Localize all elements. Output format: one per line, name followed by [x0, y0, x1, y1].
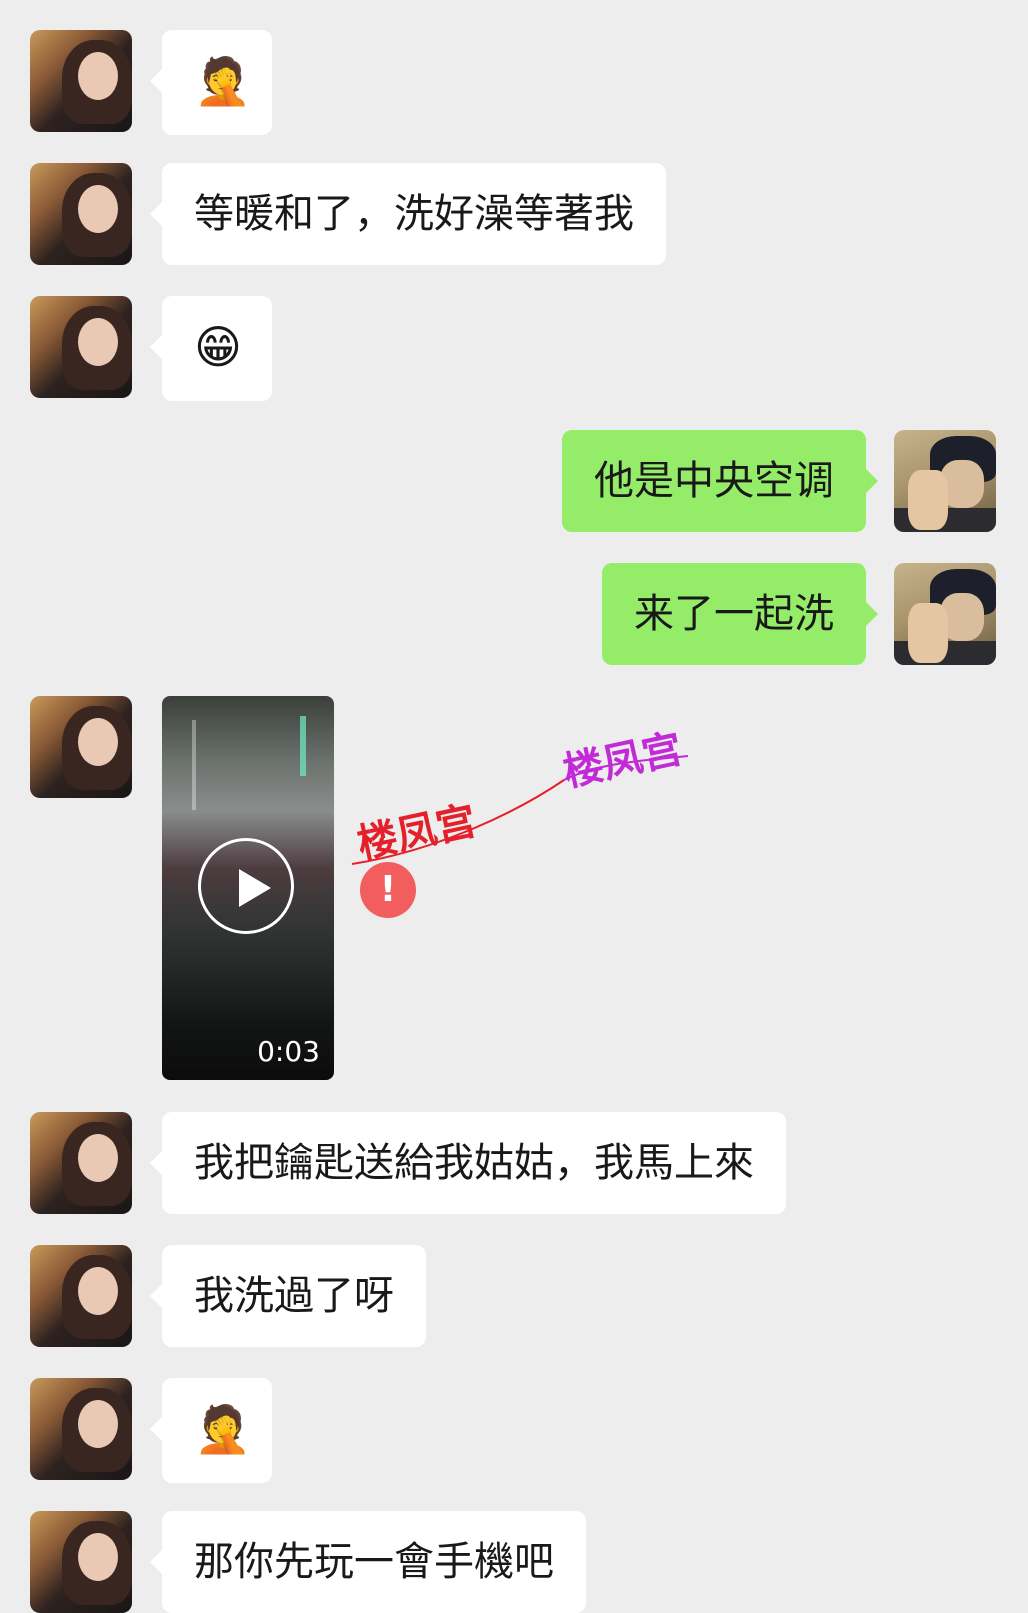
my-avatar[interactable]	[894, 430, 996, 532]
video-light-streak	[300, 716, 306, 776]
facepalm-emoji-icon: 🤦	[194, 1402, 252, 1456]
message-bubble-sent[interactable]: 他是中央空调	[562, 430, 878, 532]
contact-avatar[interactable]	[30, 1511, 132, 1613]
message-text: 那你先玩一會手機吧	[194, 1539, 554, 1585]
video-light-streak	[192, 720, 196, 810]
contact-avatar[interactable]	[30, 30, 132, 132]
contact-avatar[interactable]	[30, 163, 132, 265]
my-avatar[interactable]	[894, 563, 996, 665]
message-text: 来了一起洗	[634, 591, 834, 637]
contact-avatar[interactable]	[30, 296, 132, 398]
contact-avatar[interactable]	[30, 1112, 132, 1214]
avatar-hand	[908, 603, 948, 663]
message-text: 我洗過了呀	[194, 1273, 394, 1319]
message-bubble[interactable]: 😁	[150, 296, 272, 401]
send-failed-icon[interactable]: !	[360, 862, 416, 918]
play-icon[interactable]	[198, 838, 294, 934]
avatar-face	[78, 318, 118, 366]
message-bubble[interactable]: 我洗過了呀	[150, 1245, 426, 1347]
contact-avatar[interactable]	[30, 1245, 132, 1347]
avatar-face	[78, 1400, 118, 1448]
contact-avatar[interactable]	[30, 696, 132, 798]
video-message[interactable]: 0:03	[162, 696, 334, 1080]
avatar-face	[78, 52, 118, 100]
avatar-face	[78, 185, 118, 233]
message-bubble[interactable]: 🤦	[150, 1378, 272, 1483]
message-text: 我把鑰匙送給我姑姑，我馬上來	[194, 1140, 754, 1186]
avatar-face	[78, 1134, 118, 1182]
avatar-face	[78, 1267, 118, 1315]
message-bubble[interactable]: 🤦	[150, 30, 272, 135]
avatar-hand	[908, 470, 948, 530]
avatar-face	[78, 718, 118, 766]
message-bubble[interactable]: 那你先玩一會手機吧	[150, 1511, 586, 1613]
video-duration: 0:03	[257, 1035, 320, 1068]
message-bubble[interactable]: 等暖和了，洗好澡等著我	[150, 163, 666, 265]
message-bubble-sent[interactable]: 来了一起洗	[602, 563, 878, 665]
message-text: 等暖和了，洗好澡等著我	[194, 191, 634, 237]
message-bubble[interactable]: 我把鑰匙送給我姑姑，我馬上來	[150, 1112, 786, 1214]
grin-emoji-icon: 😁	[194, 320, 242, 374]
message-text: 他是中央空调	[594, 458, 834, 504]
facepalm-emoji-icon: 🤦	[194, 54, 252, 108]
contact-avatar[interactable]	[30, 1378, 132, 1480]
avatar-face	[78, 1533, 118, 1581]
